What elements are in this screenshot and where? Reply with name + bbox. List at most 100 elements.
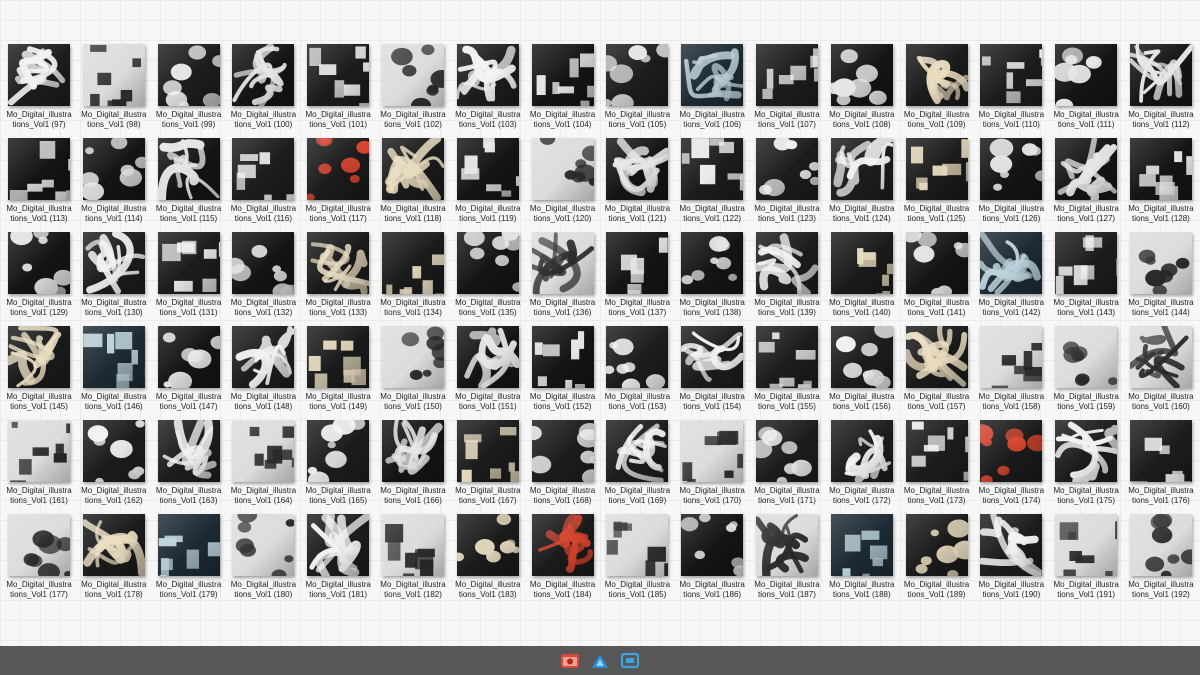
file-tile[interactable]: Mo_Digital_illustrations_Vol1 (164) <box>230 420 296 505</box>
file-tile[interactable]: Mo_Digital_illustrations_Vol1 (148) <box>230 326 296 411</box>
file-tile[interactable]: Mo_Digital_illustrations_Vol1 (97) <box>6 44 72 129</box>
file-tile[interactable]: Mo_Digital_illustrations_Vol1 (115) <box>156 138 222 223</box>
file-tile[interactable]: Mo_Digital_illustrations_Vol1 (105) <box>604 44 670 129</box>
file-tile[interactable]: Mo_Digital_illustrations_Vol1 (168) <box>530 420 596 505</box>
file-tile[interactable]: Mo_Digital_illustrations_Vol1 (162) <box>81 420 147 505</box>
file-tile[interactable]: Mo_Digital_illustrations_Vol1 (143) <box>1053 232 1119 317</box>
file-tile[interactable]: Mo_Digital_illustrations_Vol1 (100) <box>230 44 296 129</box>
file-tile[interactable]: Mo_Digital_illustrations_Vol1 (163) <box>156 420 222 505</box>
file-tile[interactable]: Mo_Digital_illustrations_Vol1 (186) <box>679 514 745 599</box>
file-tile[interactable]: Mo_Digital_illustrations_Vol1 (141) <box>904 232 970 317</box>
file-tile[interactable]: Mo_Digital_illustrations_Vol1 (142) <box>978 232 1044 317</box>
file-tile[interactable]: Mo_Digital_illustrations_Vol1 (183) <box>455 514 521 599</box>
file-tile[interactable]: Mo_Digital_illustrations_Vol1 (110) <box>978 44 1044 129</box>
file-tile[interactable]: Mo_Digital_illustrations_Vol1 (134) <box>380 232 446 317</box>
taskbar-button-recorder[interactable] <box>559 650 581 672</box>
file-tile[interactable]: Mo_Digital_illustrations_Vol1 (130) <box>81 232 147 317</box>
file-tile[interactable]: Mo_Digital_illustrations_Vol1 (126) <box>978 138 1044 223</box>
file-tile[interactable]: Mo_Digital_illustrations_Vol1 (137) <box>604 232 670 317</box>
file-tile[interactable]: Mo_Digital_illustrations_Vol1 (161) <box>6 420 72 505</box>
file-tile[interactable]: Mo_Digital_illustrations_Vol1 (153) <box>604 326 670 411</box>
file-tile[interactable]: Mo_Digital_illustrations_Vol1 (124) <box>829 138 895 223</box>
file-tile[interactable]: Mo_Digital_illustrations_Vol1 (181) <box>305 514 371 599</box>
file-tile[interactable]: Mo_Digital_illustrations_Vol1 (129) <box>6 232 72 317</box>
file-tile[interactable]: Mo_Digital_illustrations_Vol1 (107) <box>754 44 820 129</box>
file-tile[interactable]: Mo_Digital_illustrations_Vol1 (111) <box>1053 44 1119 129</box>
file-tile[interactable]: Mo_Digital_illustrations_Vol1 (140) <box>829 232 895 317</box>
file-tile[interactable]: Mo_Digital_illustrations_Vol1 (106) <box>679 44 745 129</box>
file-tile[interactable]: Mo_Digital_illustrations_Vol1 (155) <box>754 326 820 411</box>
file-tile[interactable]: Mo_Digital_illustrations_Vol1 (177) <box>6 514 72 599</box>
file-tile[interactable]: Mo_Digital_illustrations_Vol1 (151) <box>455 326 521 411</box>
file-tile[interactable]: Mo_Digital_illustrations_Vol1 (184) <box>530 514 596 599</box>
file-tile[interactable]: Mo_Digital_illustrations_Vol1 (113) <box>6 138 72 223</box>
file-tile[interactable]: Mo_Digital_illustrations_Vol1 (187) <box>754 514 820 599</box>
file-tile[interactable]: Mo_Digital_illustrations_Vol1 (154) <box>679 326 745 411</box>
file-tile[interactable]: Mo_Digital_illustrations_Vol1 (192) <box>1128 514 1194 599</box>
file-tile[interactable]: Mo_Digital_illustrations_Vol1 (112) <box>1128 44 1194 129</box>
file-tile[interactable]: Mo_Digital_illustrations_Vol1 (152) <box>530 326 596 411</box>
file-tile[interactable]: Mo_Digital_illustrations_Vol1 (179) <box>156 514 222 599</box>
file-tile[interactable]: Mo_Digital_illustrations_Vol1 (103) <box>455 44 521 129</box>
file-tile[interactable]: Mo_Digital_illustrations_Vol1 (178) <box>81 514 147 599</box>
file-tile[interactable]: Mo_Digital_illustrations_Vol1 (120) <box>530 138 596 223</box>
file-tile[interactable]: Mo_Digital_illustrations_Vol1 (123) <box>754 138 820 223</box>
file-tile[interactable]: Mo_Digital_illustrations_Vol1 (117) <box>305 138 371 223</box>
file-tile[interactable]: Mo_Digital_illustrations_Vol1 (171) <box>754 420 820 505</box>
file-tile[interactable]: Mo_Digital_illustrations_Vol1 (182) <box>380 514 446 599</box>
file-tile[interactable]: Mo_Digital_illustrations_Vol1 (146) <box>81 326 147 411</box>
file-tile[interactable]: Mo_Digital_illustrations_Vol1 (99) <box>156 44 222 129</box>
file-tile[interactable]: Mo_Digital_illustrations_Vol1 (101) <box>305 44 371 129</box>
file-tile[interactable]: Mo_Digital_illustrations_Vol1 (145) <box>6 326 72 411</box>
taskbar-button-screen-capture[interactable] <box>619 650 641 672</box>
file-tile[interactable]: Mo_Digital_illustrations_Vol1 (125) <box>904 138 970 223</box>
file-tile[interactable]: Mo_Digital_illustrations_Vol1 (102) <box>380 44 446 129</box>
file-tile[interactable]: Mo_Digital_illustrations_Vol1 (157) <box>904 326 970 411</box>
file-tile[interactable]: Mo_Digital_illustrations_Vol1 (109) <box>904 44 970 129</box>
file-name-label: Mo_Digital_illustrations_Vol1 (158) <box>978 392 1045 411</box>
file-tile[interactable]: Mo_Digital_illustrations_Vol1 (139) <box>754 232 820 317</box>
file-tile[interactable]: Mo_Digital_illustrations_Vol1 (191) <box>1053 514 1119 599</box>
file-tile[interactable]: Mo_Digital_illustrations_Vol1 (170) <box>679 420 745 505</box>
file-tile[interactable]: Mo_Digital_illustrations_Vol1 (131) <box>156 232 222 317</box>
file-tile[interactable]: Mo_Digital_illustrations_Vol1 (188) <box>829 514 895 599</box>
file-tile[interactable]: Mo_Digital_illustrations_Vol1 (175) <box>1053 420 1119 505</box>
file-tile[interactable]: Mo_Digital_illustrations_Vol1 (160) <box>1128 326 1194 411</box>
file-tile[interactable]: Mo_Digital_illustrations_Vol1 (180) <box>230 514 296 599</box>
file-tile[interactable]: Mo_Digital_illustrations_Vol1 (176) <box>1128 420 1194 505</box>
file-tile[interactable]: Mo_Digital_illustrations_Vol1 (136) <box>530 232 596 317</box>
file-tile[interactable]: Mo_Digital_illustrations_Vol1 (150) <box>380 326 446 411</box>
file-tile[interactable]: Mo_Digital_illustrations_Vol1 (118) <box>380 138 446 223</box>
file-tile[interactable]: Mo_Digital_illustrations_Vol1 (190) <box>978 514 1044 599</box>
file-tile[interactable]: Mo_Digital_illustrations_Vol1 (173) <box>904 420 970 505</box>
file-tile[interactable]: Mo_Digital_illustrations_Vol1 (133) <box>305 232 371 317</box>
file-tile[interactable]: Mo_Digital_illustrations_Vol1 (98) <box>81 44 147 129</box>
file-tile[interactable]: Mo_Digital_illustrations_Vol1 (122) <box>679 138 745 223</box>
file-tile[interactable]: Mo_Digital_illustrations_Vol1 (165) <box>305 420 371 505</box>
file-tile[interactable]: Mo_Digital_illustrations_Vol1 (108) <box>829 44 895 129</box>
file-tile[interactable]: Mo_Digital_illustrations_Vol1 (166) <box>380 420 446 505</box>
file-tile[interactable]: Mo_Digital_illustrations_Vol1 (185) <box>604 514 670 599</box>
file-tile[interactable]: Mo_Digital_illustrations_Vol1 (116) <box>230 138 296 223</box>
file-tile[interactable]: Mo_Digital_illustrations_Vol1 (144) <box>1128 232 1194 317</box>
file-tile[interactable]: Mo_Digital_illustrations_Vol1 (174) <box>978 420 1044 505</box>
file-tile[interactable]: Mo_Digital_illustrations_Vol1 (167) <box>455 420 521 505</box>
file-tile[interactable]: Mo_Digital_illustrations_Vol1 (128) <box>1128 138 1194 223</box>
file-tile[interactable]: Mo_Digital_illustrations_Vol1 (104) <box>530 44 596 129</box>
file-tile[interactable]: Mo_Digital_illustrations_Vol1 (156) <box>829 326 895 411</box>
file-tile[interactable]: Mo_Digital_illustrations_Vol1 (127) <box>1053 138 1119 223</box>
file-tile[interactable]: Mo_Digital_illustrations_Vol1 (149) <box>305 326 371 411</box>
taskbar-button-vector[interactable] <box>589 650 611 672</box>
file-tile[interactable]: Mo_Digital_illustrations_Vol1 (189) <box>904 514 970 599</box>
file-tile[interactable]: Mo_Digital_illustrations_Vol1 (147) <box>156 326 222 411</box>
file-tile[interactable]: Mo_Digital_illustrations_Vol1 (159) <box>1053 326 1119 411</box>
file-tile[interactable]: Mo_Digital_illustrations_Vol1 (114) <box>81 138 147 223</box>
file-tile[interactable]: Mo_Digital_illustrations_Vol1 (135) <box>455 232 521 317</box>
file-tile[interactable]: Mo_Digital_illustrations_Vol1 (138) <box>679 232 745 317</box>
file-tile[interactable]: Mo_Digital_illustrations_Vol1 (169) <box>604 420 670 505</box>
file-tile[interactable]: Mo_Digital_illustrations_Vol1 (121) <box>604 138 670 223</box>
file-tile[interactable]: Mo_Digital_illustrations_Vol1 (172) <box>829 420 895 505</box>
file-tile[interactable]: Mo_Digital_illustrations_Vol1 (119) <box>455 138 521 223</box>
file-tile[interactable]: Mo_Digital_illustrations_Vol1 (158) <box>978 326 1044 411</box>
file-tile[interactable]: Mo_Digital_illustrations_Vol1 (132) <box>230 232 296 317</box>
